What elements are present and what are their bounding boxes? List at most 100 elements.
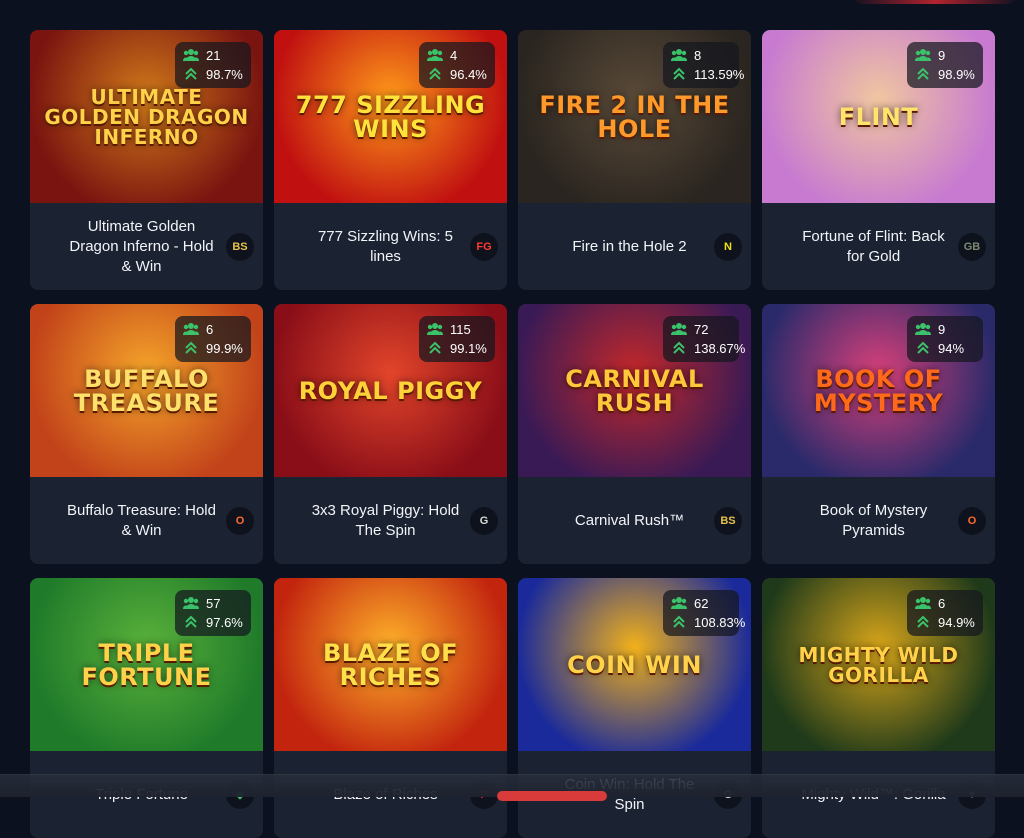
- game-card[interactable]: ULTIMATE GOLDEN DRAGON INFERNO 21 98.7% …: [30, 30, 263, 290]
- game-grid: ULTIMATE GOLDEN DRAGON INFERNO 21 98.7% …: [30, 30, 995, 838]
- game-title: Buffalo Treasure: Hold & Win: [67, 501, 216, 539]
- game-info: Fire in the Hole 2 N: [518, 203, 751, 290]
- game-card[interactable]: ROYAL PIGGY 115 99.1% 3x3 Royal Piggy: H…: [274, 304, 507, 564]
- game-title: Carnival Rush™: [574, 511, 685, 529]
- players-icon: [183, 321, 199, 337]
- rtp-arrow-icon: [183, 66, 199, 82]
- game-info: 777 Sizzling Wins: 5 lines FG: [274, 203, 507, 290]
- players-count: 6: [938, 595, 946, 611]
- rtp-arrow-icon: [183, 614, 199, 630]
- game-card[interactable]: CARNIVAL RUSH 72 138.67% Carnival Rush™ …: [518, 304, 751, 564]
- game-logo-text: BUFFALO TREASURE: [73, 364, 220, 417]
- game-title: Book of Mystery Pyramids: [819, 501, 928, 539]
- provider-logo-icon: O: [958, 506, 986, 535]
- rtp-arrow-icon: [915, 614, 931, 630]
- game-info: 3x3 Royal Piggy: Hold The Spin G: [274, 477, 507, 564]
- game-logo-text: COIN WIN: [567, 650, 702, 679]
- rtp-value: 98.7%: [206, 66, 243, 82]
- players-count: 9: [938, 47, 946, 63]
- game-thumbnail[interactable]: CARNIVAL RUSH 72 138.67%: [518, 304, 751, 477]
- game-logo-text: ULTIMATE GOLDEN DRAGON INFERNO: [44, 84, 249, 149]
- game-stats-badge: 6 99.9%: [175, 316, 251, 362]
- game-thumbnail[interactable]: FIRE 2 IN THE HOLE 8 113.59%: [518, 30, 751, 203]
- players-icon: [427, 321, 443, 337]
- game-card[interactable]: MIGHTY WILD GORILLA 6 94.9% Mighty Wild™…: [762, 578, 995, 838]
- provider-logo-icon: GB: [958, 232, 986, 261]
- top-accent-glow: [850, 0, 1020, 4]
- rtp-arrow-icon: [671, 614, 687, 630]
- provider-logo-icon: G: [470, 506, 498, 535]
- game-card[interactable]: BOOK OF MYSTERY 9 94% Book of Mystery Py…: [762, 304, 995, 564]
- players-count: 57: [206, 595, 221, 611]
- game-title: 777 Sizzling Wins: 5 lines: [317, 227, 454, 265]
- game-thumbnail[interactable]: COIN WIN 62 108.83%: [518, 578, 751, 751]
- rtp-value: 98.9%: [938, 66, 975, 82]
- provider-logo-icon: O: [226, 506, 254, 535]
- players-icon: [915, 47, 931, 63]
- provider-logo-icon: FG: [470, 232, 498, 261]
- provider-logo-icon: BS: [714, 506, 742, 535]
- rtp-value: 99.9%: [206, 340, 243, 356]
- game-stats-badge: 72 138.67%: [663, 316, 745, 362]
- rtp-value: 94.9%: [938, 614, 975, 630]
- game-card[interactable]: BLAZE OF RICHES Blaze of Riches P: [274, 578, 507, 838]
- game-card[interactable]: TRIPLE FORTUNE 57 97.6% Triple Fortune ◆: [30, 578, 263, 838]
- players-icon: [671, 595, 687, 611]
- game-title: Fortune of Flint: Back for Gold: [802, 227, 945, 265]
- game-title: 3x3 Royal Piggy: Hold The Spin: [311, 501, 460, 539]
- bottom-action-pill[interactable]: [497, 791, 607, 801]
- rtp-value: 96.4%: [450, 66, 487, 82]
- game-thumbnail[interactable]: BLAZE OF RICHES: [274, 578, 507, 751]
- game-stats-badge: 21 98.7%: [175, 42, 251, 88]
- game-stats-badge: 8 113.59%: [663, 42, 744, 88]
- rtp-value: 94%: [938, 340, 965, 356]
- game-logo-text: FIRE 2 IN THE HOLE: [539, 90, 730, 143]
- game-info: Book of Mystery Pyramids O: [762, 477, 995, 564]
- game-info: Carnival Rush™ BS: [518, 477, 751, 564]
- game-info: Ultimate Golden Dragon Inferno - Hold & …: [30, 203, 263, 290]
- game-card[interactable]: FIRE 2 IN THE HOLE 8 113.59% Fire in the…: [518, 30, 751, 290]
- game-card[interactable]: BUFFALO TREASURE 6 99.9% Buffalo Treasur…: [30, 304, 263, 564]
- players-count: 8: [694, 47, 702, 63]
- game-logo-text: BOOK OF MYSTERY: [813, 364, 944, 417]
- game-thumbnail[interactable]: MIGHTY WILD GORILLA 6 94.9%: [762, 578, 995, 751]
- rtp-arrow-icon: [671, 340, 687, 356]
- game-stats-badge: 9 94%: [907, 316, 983, 362]
- game-thumbnail[interactable]: ULTIMATE GOLDEN DRAGON INFERNO 21 98.7%: [30, 30, 263, 203]
- rtp-value: 138.67%: [694, 340, 746, 356]
- rtp-value: 108.83%: [694, 614, 746, 630]
- players-icon: [915, 321, 931, 337]
- game-logo-text: TRIPLE FORTUNE: [81, 638, 212, 691]
- players-count: 21: [206, 47, 221, 63]
- provider-logo-icon: BS: [226, 232, 254, 261]
- players-count: 115: [450, 321, 471, 337]
- game-thumbnail[interactable]: FLINT 9 98.9%: [762, 30, 995, 203]
- players-count: 4: [450, 47, 458, 63]
- game-logo-text: ROYAL PIGGY: [298, 376, 483, 405]
- rtp-arrow-icon: [915, 66, 931, 82]
- rtp-value: 113.59%: [694, 66, 745, 82]
- rtp-arrow-icon: [915, 340, 931, 356]
- players-icon: [427, 47, 443, 63]
- rtp-value: 99.1%: [450, 340, 487, 356]
- game-stats-badge: 9 98.9%: [907, 42, 983, 88]
- game-thumbnail[interactable]: ROYAL PIGGY 115 99.1%: [274, 304, 507, 477]
- game-stats-badge: 115 99.1%: [419, 316, 495, 362]
- game-card[interactable]: 777 SIZZLING WINS 4 96.4% 777 Sizzling W…: [274, 30, 507, 290]
- players-count: 72: [694, 321, 709, 337]
- players-icon: [671, 47, 687, 63]
- game-thumbnail[interactable]: BOOK OF MYSTERY 9 94%: [762, 304, 995, 477]
- rtp-arrow-icon: [671, 66, 687, 82]
- game-thumbnail[interactable]: BUFFALO TREASURE 6 99.9%: [30, 304, 263, 477]
- players-count: 6: [206, 321, 214, 337]
- game-thumbnail[interactable]: 777 SIZZLING WINS 4 96.4%: [274, 30, 507, 203]
- provider-logo-icon: N: [714, 232, 742, 261]
- game-card[interactable]: FLINT 9 98.9% Fortune of Flint: Back for…: [762, 30, 995, 290]
- game-thumbnail[interactable]: TRIPLE FORTUNE 57 97.6%: [30, 578, 263, 751]
- game-title: Ultimate Golden Dragon Inferno - Hold & …: [69, 217, 214, 275]
- rtp-arrow-icon: [427, 66, 443, 82]
- game-info: Fortune of Flint: Back for Gold GB: [762, 203, 995, 290]
- players-count: 62: [694, 595, 709, 611]
- game-stats-badge: 6 94.9%: [907, 590, 983, 636]
- game-stats-badge: 57 97.6%: [175, 590, 251, 636]
